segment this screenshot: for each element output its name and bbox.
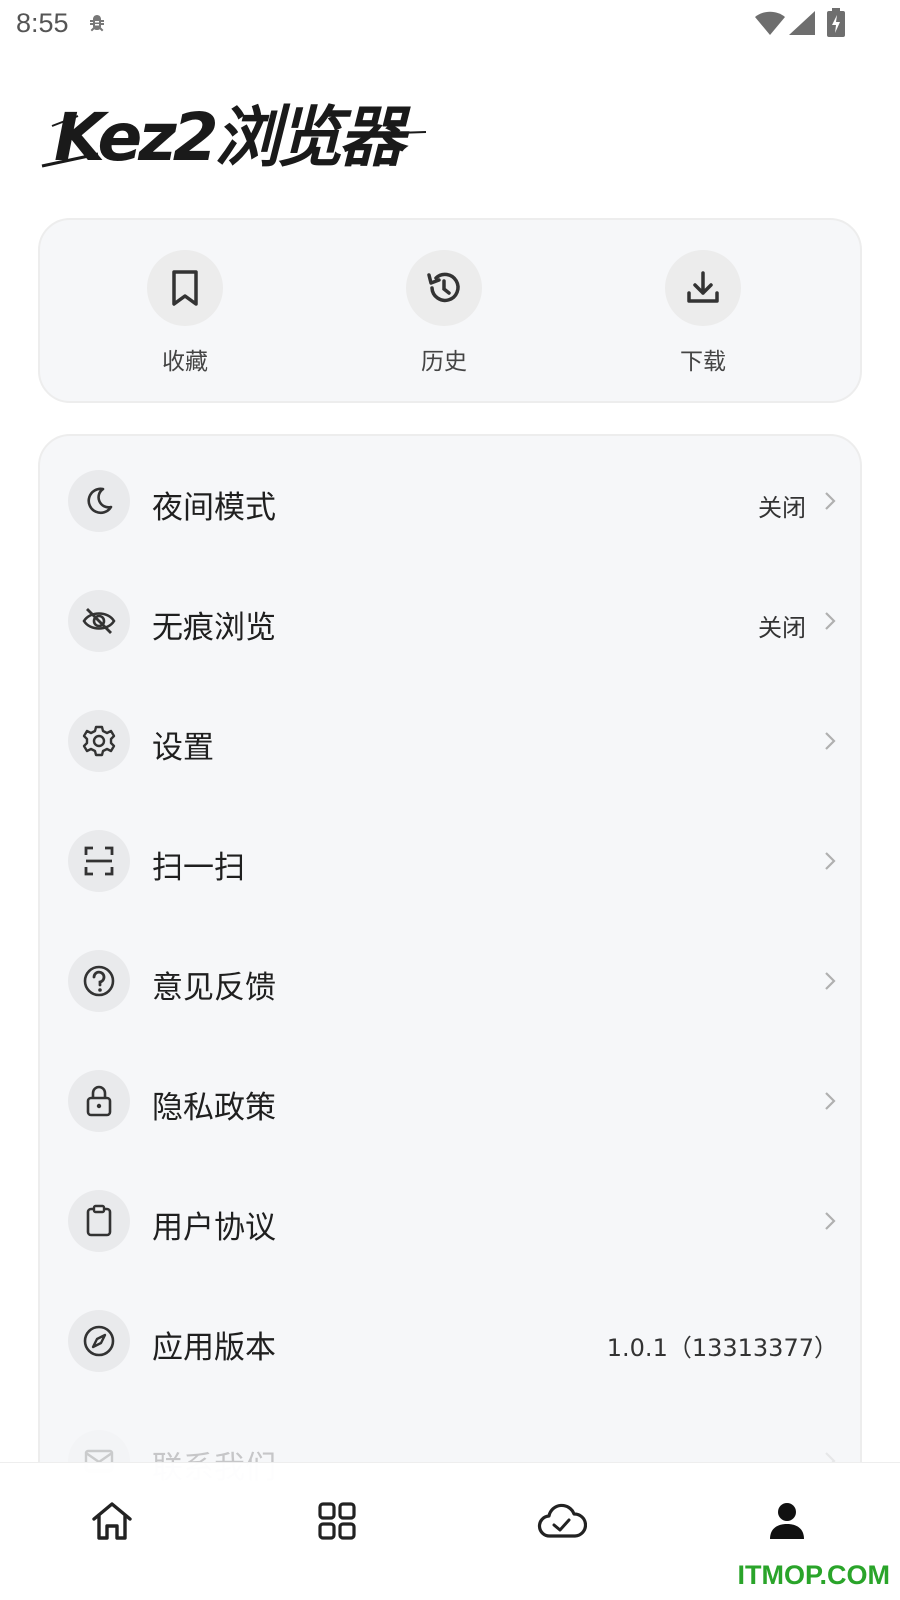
- battery-charging-icon: [827, 8, 845, 37]
- history-button[interactable]: 历史: [364, 250, 524, 380]
- lock-icon: [86, 1085, 112, 1117]
- menu-item-label: 扫一扫: [152, 850, 245, 886]
- cloud-check-icon: [537, 1503, 587, 1538]
- moon-icon: [87, 487, 113, 515]
- lock-icon-circle: [68, 1070, 130, 1132]
- moon-icon-circle: [68, 470, 130, 532]
- gear-icon-circle: [68, 710, 130, 772]
- menu-item-label: 应用版本: [152, 1330, 276, 1366]
- watermark-text: ITMOP.COM: [737, 1560, 890, 1590]
- nav-cloud[interactable]: [532, 1493, 592, 1549]
- menu-item-privacy-policy[interactable]: 隐私政策: [68, 1064, 838, 1138]
- eye-off-icon: [82, 608, 116, 634]
- menu-item-user-agreement[interactable]: 用户协议: [68, 1184, 838, 1258]
- clipboard-icon-circle: [68, 1190, 130, 1252]
- menu-item-settings[interactable]: 设置: [68, 704, 838, 778]
- bookmarks-label: 收藏: [162, 349, 208, 375]
- menu-item-app-version[interactable]: 应用版本 1.0.1（13313377）: [68, 1304, 838, 1378]
- download-icon-circle: [665, 250, 741, 326]
- eye-off-icon-circle: [68, 590, 130, 652]
- app-version-value: 1.0.1（13313377）: [606, 1334, 838, 1362]
- grid-icon: [318, 1502, 356, 1540]
- status-time: 8:55: [16, 8, 69, 38]
- menu-item-night-mode[interactable]: 夜间模式 关闭: [68, 464, 838, 538]
- user-icon: [770, 1503, 804, 1539]
- menu-item-label: 夜间模式: [152, 490, 276, 526]
- status-bar: 8:55: [0, 0, 900, 48]
- chevron-right-icon: [825, 492, 836, 510]
- menu-item-label: 设置: [152, 730, 214, 766]
- gear-icon: [82, 725, 116, 757]
- downloads-button[interactable]: 下载: [623, 250, 783, 380]
- history-icon-circle: [406, 250, 482, 326]
- bug-icon: [90, 15, 104, 32]
- nav-profile[interactable]: [757, 1493, 817, 1549]
- history-label: 历史: [421, 349, 467, 375]
- quick-actions-card: 收藏 历史 下载: [38, 218, 862, 403]
- menu-item-scan[interactable]: 扫一扫: [68, 824, 838, 898]
- menu-item-label: 用户协议: [152, 1210, 276, 1246]
- bookmarks-button[interactable]: 收藏: [105, 250, 265, 380]
- download-icon: [687, 271, 719, 303]
- nav-apps[interactable]: [307, 1493, 367, 1549]
- question-icon-circle: [68, 950, 130, 1012]
- compass-icon: [83, 1325, 115, 1357]
- wifi-icon: [755, 11, 785, 35]
- menu-item-label: 意见反馈: [152, 970, 276, 1006]
- home-icon: [92, 1502, 132, 1540]
- bookmark-icon: [172, 270, 198, 306]
- signal-icon: [789, 11, 815, 35]
- chevron-right-icon: [825, 732, 836, 750]
- downloads-label: 下载: [680, 349, 726, 375]
- chevron-right-icon: [825, 1092, 836, 1110]
- chevron-right-icon: [825, 852, 836, 870]
- incognito-value: 关闭: [758, 614, 806, 642]
- chevron-right-icon: [825, 612, 836, 630]
- settings-menu-card: 夜间模式 关闭 无痕浏览 关闭 设置 扫一扫 意见反馈 隐私政策 用户协议 应用…: [38, 434, 862, 1600]
- menu-item-label: 无痕浏览: [152, 610, 276, 646]
- clipboard-icon: [86, 1204, 112, 1237]
- bookmark-icon-circle: [147, 250, 223, 326]
- menu-item-incognito[interactable]: 无痕浏览 关闭: [68, 584, 838, 658]
- question-icon: [83, 965, 115, 997]
- scan-icon-circle: [68, 830, 130, 892]
- compass-icon-circle: [68, 1310, 130, 1372]
- app-logo: Kez2浏览器: [41, 99, 427, 174]
- history-icon: [427, 272, 460, 303]
- night-mode-value: 关闭: [758, 494, 806, 522]
- menu-item-feedback[interactable]: 意见反馈: [68, 944, 838, 1018]
- scan-icon: [84, 846, 114, 876]
- chevron-right-icon: [825, 1212, 836, 1230]
- nav-home[interactable]: [82, 1493, 142, 1549]
- menu-item-label: 隐私政策: [152, 1090, 276, 1126]
- chevron-right-icon: [825, 972, 836, 990]
- logo-wordmark: Kez2浏览器: [54, 99, 412, 174]
